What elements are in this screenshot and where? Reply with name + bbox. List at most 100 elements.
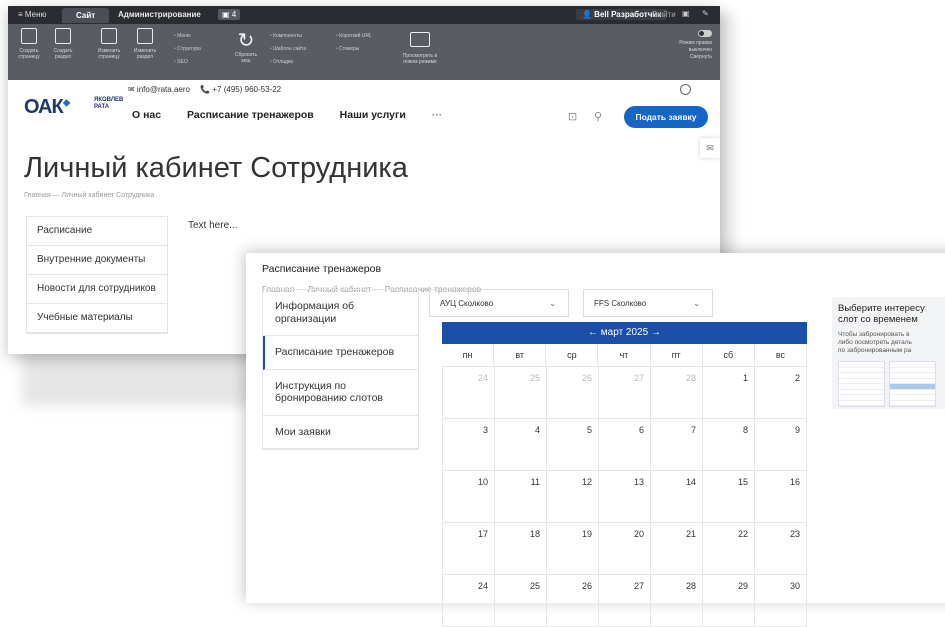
collapse-link[interactable]: Свернуть	[690, 54, 712, 60]
calendar-day[interactable]: 5	[547, 419, 599, 471]
seo-item[interactable]: SEO	[174, 56, 201, 69]
window-icon[interactable]: ▣	[682, 9, 690, 18]
calendar-day[interactable]: 25	[495, 575, 547, 627]
calendar-day[interactable]: 16	[755, 471, 807, 523]
logo-sub-line2: РАТА	[94, 104, 110, 110]
calendar-day[interactable]: 20	[599, 523, 651, 575]
sidebar-item-news[interactable]: Новости для сотрудников	[27, 275, 167, 304]
nav-services[interactable]: Наши услуги	[340, 109, 406, 121]
calendar-day[interactable]: 21	[651, 523, 703, 575]
calendar-day[interactable]: 27	[599, 575, 651, 627]
edit-section-label: Изменить раздел	[133, 48, 157, 60]
components-item[interactable]: Компоненты	[270, 30, 306, 43]
calendar-day[interactable]: 1	[703, 367, 755, 419]
edit-mode-toggle[interactable]: Режим правки выключен Свернуть	[679, 30, 712, 61]
toolbar-list-url[interactable]: Короткий URL Стикеры	[336, 30, 372, 56]
clear-cache-button[interactable]: ↻ Сбросить кеш	[230, 30, 262, 64]
create-page-button[interactable]: Создать страницу	[14, 28, 44, 60]
email-link[interactable]: ✉ info@rata.aero	[128, 85, 190, 94]
calendar-day[interactable]: 15	[703, 471, 755, 523]
sidebar-item-documents[interactable]: Внутренние документы	[27, 246, 167, 275]
notifications-badge[interactable]: ▣ 4	[218, 9, 241, 20]
tab-administration[interactable]: Администрирование	[118, 10, 201, 19]
calendar-day[interactable]: 22	[703, 523, 755, 575]
sidebar-item-materials[interactable]: Учебные материалы	[27, 304, 167, 333]
pin-icon[interactable]: ✎	[702, 9, 709, 18]
slot-text-line3: по забронированным ра	[838, 347, 912, 354]
calendar-day[interactable]: 2	[755, 367, 807, 419]
sidebar-item-schedule[interactable]: Расписание	[27, 217, 167, 246]
center-select[interactable]: АУЦ Сколково ⌄	[429, 289, 569, 317]
weekday-label: вт	[494, 344, 547, 367]
toolbar-list-components[interactable]: Компоненты Шаблон сайта Отладка	[270, 30, 306, 69]
stickers-item[interactable]: Стикеры	[336, 43, 372, 56]
slot-text-line1: Чтобы забронировать в	[838, 331, 910, 338]
calendar-day[interactable]: 28	[651, 367, 703, 419]
apply-button[interactable]: Подать заявку	[624, 106, 708, 128]
slot-hint-card: Выберите интересу слот со временем Чтобы…	[832, 297, 945, 409]
profile-icon[interactable]	[680, 84, 691, 95]
calendar-day[interactable]: 14	[651, 471, 703, 523]
calendar-day[interactable]: 3	[443, 419, 495, 471]
calendar-day[interactable]: 19	[547, 523, 599, 575]
cart-icon[interactable]: ⊡	[568, 110, 577, 123]
simulator-select[interactable]: FFS Сколково ⌄	[583, 289, 713, 317]
site-template-item[interactable]: Шаблон сайта	[270, 43, 306, 56]
next-month-icon[interactable]: →	[651, 327, 661, 338]
calendar-day[interactable]: 4	[495, 419, 547, 471]
nav-about[interactable]: О нас	[132, 109, 161, 121]
calendar-day[interactable]: 26	[547, 575, 599, 627]
calendar-day[interactable]: 13	[599, 471, 651, 523]
toggle-icon[interactable]	[698, 30, 712, 37]
menu-item[interactable]: Меню	[174, 30, 201, 43]
sidebar-item-schedule[interactable]: Расписание тренажеров	[263, 336, 418, 370]
calendar-header: ← март 2025 →	[442, 322, 807, 344]
calendar-day[interactable]: 24	[443, 575, 495, 627]
create-section-button[interactable]: Создать раздел	[48, 28, 78, 60]
edit-page-button[interactable]: Изменить страницу	[94, 28, 124, 60]
calendar-day[interactable]: 24	[443, 367, 495, 419]
debug-item[interactable]: Отладка	[270, 56, 306, 69]
mail-icon[interactable]: ✉	[700, 138, 720, 158]
calendar-day[interactable]: 12	[547, 471, 599, 523]
sidebar-item-my-requests[interactable]: Мои заявки	[263, 416, 418, 449]
preview-button[interactable]: Просмотреть в новом режиме	[398, 32, 442, 65]
sidebar-item-instructions[interactable]: Инструкция по бронированию слотов	[263, 370, 418, 416]
calendar-day[interactable]: 23	[755, 523, 807, 575]
edit-section-button[interactable]: Изменить раздел	[130, 28, 160, 60]
calendar-day[interactable]: 29	[703, 575, 755, 627]
calendar-day[interactable]: 27	[599, 367, 651, 419]
calendar-day[interactable]: 30	[755, 575, 807, 627]
short-url-item[interactable]: Короткий URL	[336, 30, 372, 43]
calendar-day[interactable]: 7	[651, 419, 703, 471]
chevron-down-icon: ⌄	[693, 299, 700, 308]
mini-day-column	[889, 361, 936, 407]
slot-title-line2: слот со временем	[838, 314, 918, 325]
simulator-select-value: FFS Сколково	[594, 299, 647, 308]
calendar-day[interactable]: 8	[703, 419, 755, 471]
calendar-day[interactable]: 25	[495, 367, 547, 419]
calendar-day[interactable]: 9	[755, 419, 807, 471]
calendar-day[interactable]: 11	[495, 471, 547, 523]
mini-day-column	[838, 361, 885, 407]
calendar-day[interactable]: 28	[651, 575, 703, 627]
search-icon[interactable]: ⚲	[594, 110, 602, 123]
sidebar-item-organization[interactable]: Информация об организации	[263, 290, 418, 336]
preview-label: Просмотреть в новом режиме	[402, 53, 438, 65]
calendar-day[interactable]: 6	[599, 419, 651, 471]
tab-site[interactable]: Сайт	[62, 8, 110, 23]
prev-month-icon[interactable]: ←	[588, 327, 598, 338]
logo[interactable]: ОАК◆	[24, 96, 70, 119]
nav-more[interactable]: ···	[432, 109, 443, 121]
structure-item[interactable]: Структура	[174, 43, 201, 56]
calendar-day[interactable]: 10	[443, 471, 495, 523]
calendar-day[interactable]: 17	[443, 523, 495, 575]
nav-schedule[interactable]: Расписание тренажеров	[187, 109, 314, 121]
phone-link[interactable]: 📞 +7 (495) 960-53-22	[200, 85, 281, 94]
toolbar-list-structure[interactable]: Меню Структура SEO	[174, 30, 201, 69]
day-grid: 24 25 26 27 28 1 2 3 4 5 6 7 8 9 10 11 12 13 14 15 16 17 18 19 2…	[442, 367, 807, 627]
logout-link[interactable]: Выйти	[652, 10, 676, 19]
calendar-day[interactable]: 26	[547, 367, 599, 419]
admin-menu-button[interactable]: ≡ Меню	[18, 10, 47, 19]
calendar-day[interactable]: 18	[495, 523, 547, 575]
